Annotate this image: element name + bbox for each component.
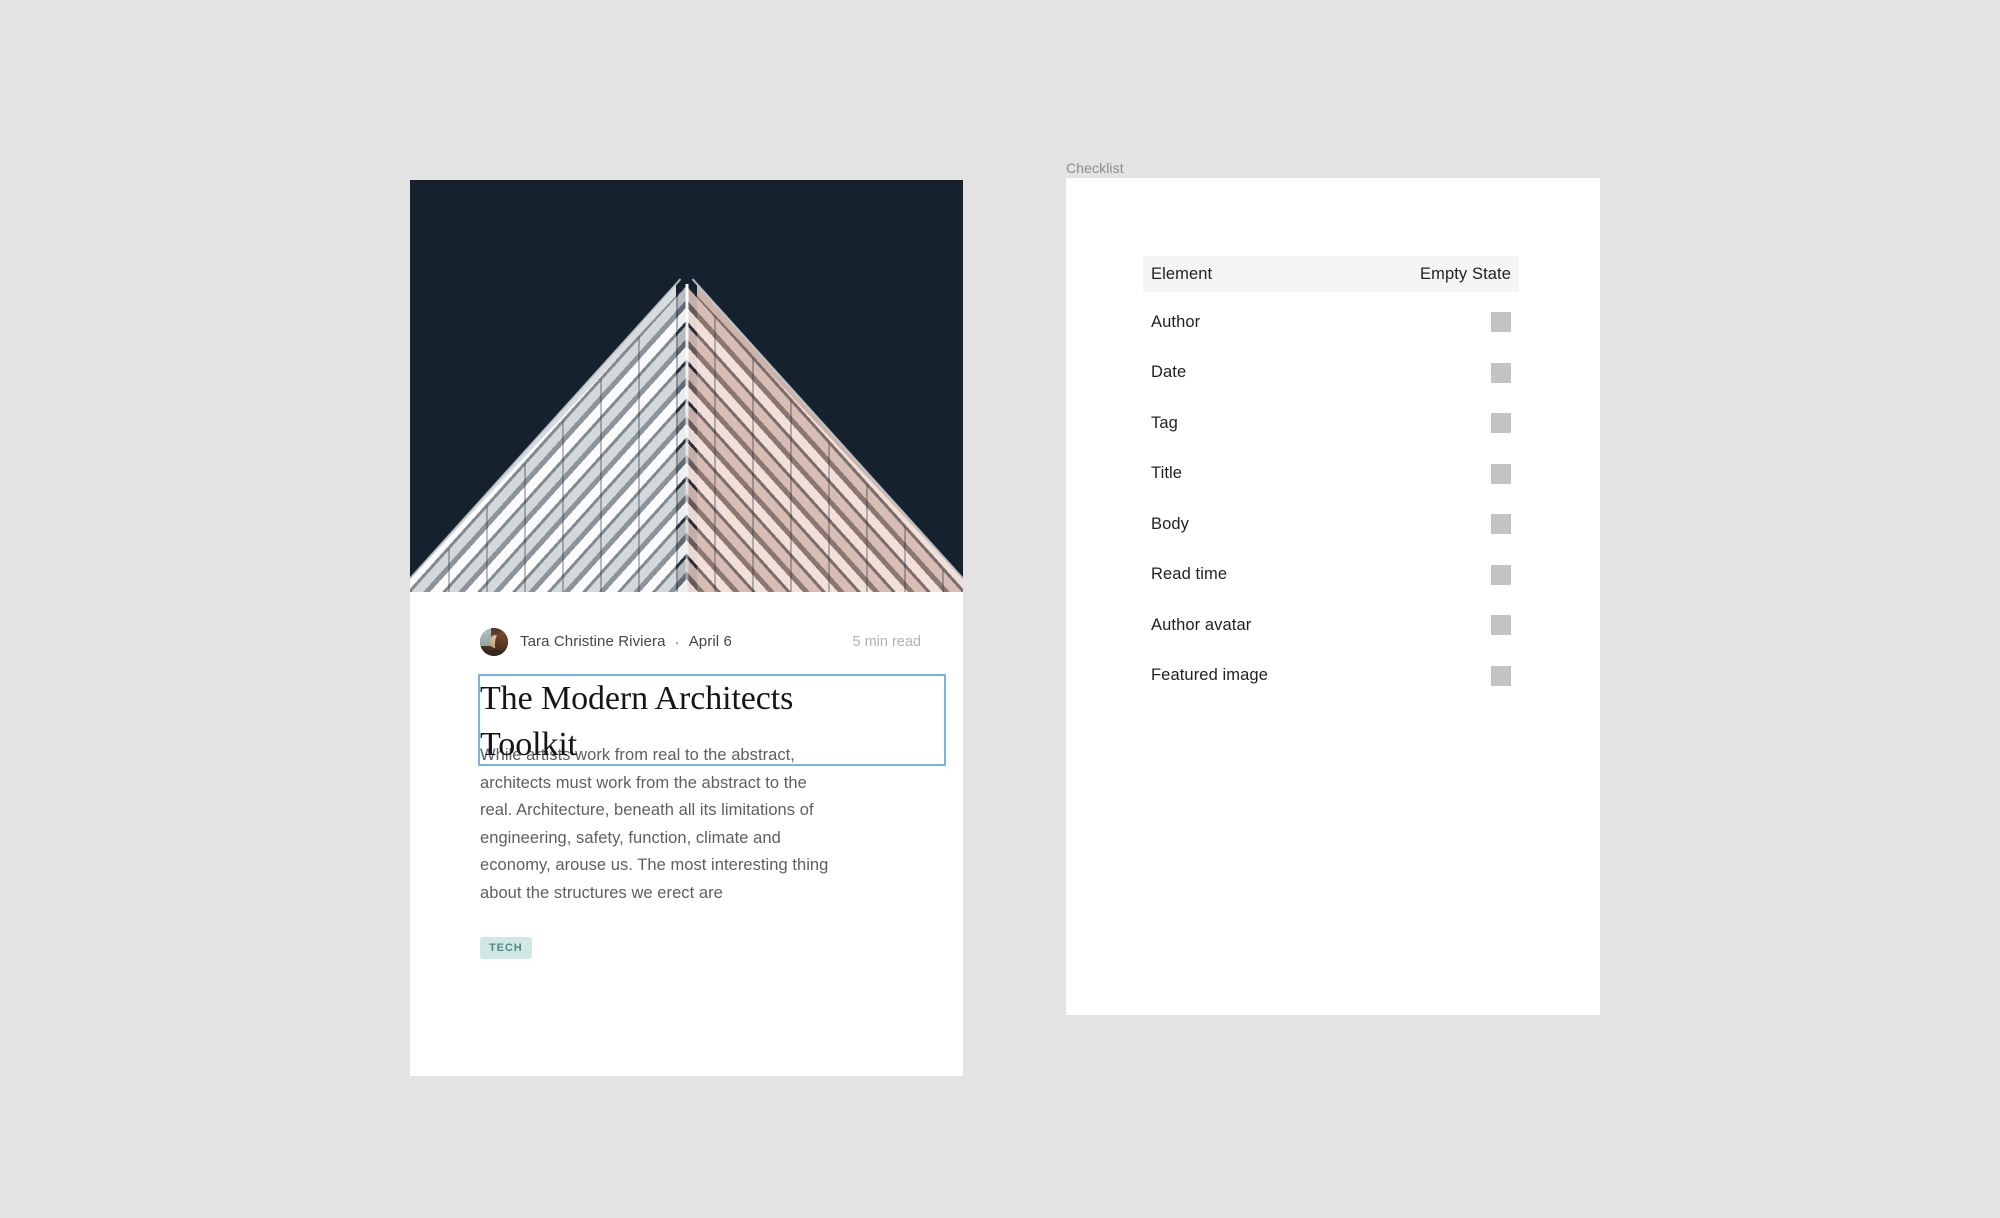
article-title[interactable]: The Modern Architects Toolkit — [480, 676, 880, 768]
checklist-item-label: Title — [1151, 464, 1183, 483]
table-row[interactable]: Date — [1143, 353, 1519, 394]
table-row[interactable]: Title — [1143, 454, 1519, 495]
empty-state-swatch — [1491, 463, 1511, 484]
publish-date: April 6 — [688, 633, 732, 651]
table-row[interactable]: Author — [1143, 302, 1519, 343]
checklist-item-label: Body — [1151, 514, 1190, 533]
tag-row: TECH — [410, 937, 963, 959]
checklist-item-label: Featured image — [1151, 666, 1268, 685]
read-time: 5 min read — [852, 634, 921, 650]
checklist-item-label: Author avatar — [1151, 615, 1252, 634]
empty-state-swatch — [1491, 564, 1511, 585]
article-card-body: Tara Christine Riviera · April 6 5 min rea… — [410, 592, 963, 959]
empty-state-swatch — [1491, 312, 1511, 333]
avatar-backdrop — [480, 628, 491, 646]
empty-state-swatch — [1491, 362, 1511, 383]
checklist-table: Element Empty State Author Date Tag Titl… — [1143, 256, 1519, 696]
table-row[interactable]: Tag — [1143, 403, 1519, 444]
column-header-empty-state: Empty State — [1420, 264, 1511, 283]
author-name: Tara Christine Riviera — [520, 633, 666, 651]
article-tag[interactable]: TECH — [480, 937, 532, 959]
column-header-element: Element — [1151, 264, 1213, 283]
avatar-shoulder — [482, 650, 506, 656]
checklist-panel: Element Empty State Author Date Tag Titl… — [1066, 178, 1600, 1015]
table-row[interactable]: Author avatar — [1143, 605, 1519, 646]
building-left-face — [410, 284, 676, 592]
building-right-face — [697, 284, 963, 592]
building-corner-ridge — [685, 284, 688, 592]
empty-state-swatch — [1491, 514, 1511, 535]
featured-image[interactable] — [410, 180, 963, 592]
byline-separator: · — [674, 633, 680, 651]
checklist-table-header: Element Empty State — [1143, 256, 1519, 292]
table-row[interactable]: Read time — [1143, 555, 1519, 596]
article-preview-card[interactable]: Tara Christine Riviera · April 6 5 min rea… — [410, 180, 963, 1076]
table-row[interactable]: Featured image — [1143, 656, 1519, 697]
checklist-item-label: Date — [1151, 363, 1187, 382]
avatar — [480, 628, 508, 656]
empty-state-swatch — [1491, 665, 1511, 686]
byline: Tara Christine Riviera · April 6 5 min rea… — [410, 592, 963, 656]
table-row[interactable]: Body — [1143, 504, 1519, 545]
checklist-item-label: Author — [1151, 312, 1201, 331]
empty-state-swatch — [1491, 615, 1511, 636]
checklist-item-label: Tag — [1151, 413, 1178, 432]
title-region: The Modern Architects Toolkit — [410, 674, 963, 768]
checklist-item-label: Read time — [1151, 565, 1228, 584]
checklist-panel-label: Checklist — [1066, 160, 1124, 176]
empty-state-swatch — [1491, 413, 1511, 434]
app-canvas: Tara Christine Riviera · April 6 5 min rea… — [0, 0, 2000, 1218]
byline-text: Tara Christine Riviera · April 6 — [520, 633, 732, 651]
